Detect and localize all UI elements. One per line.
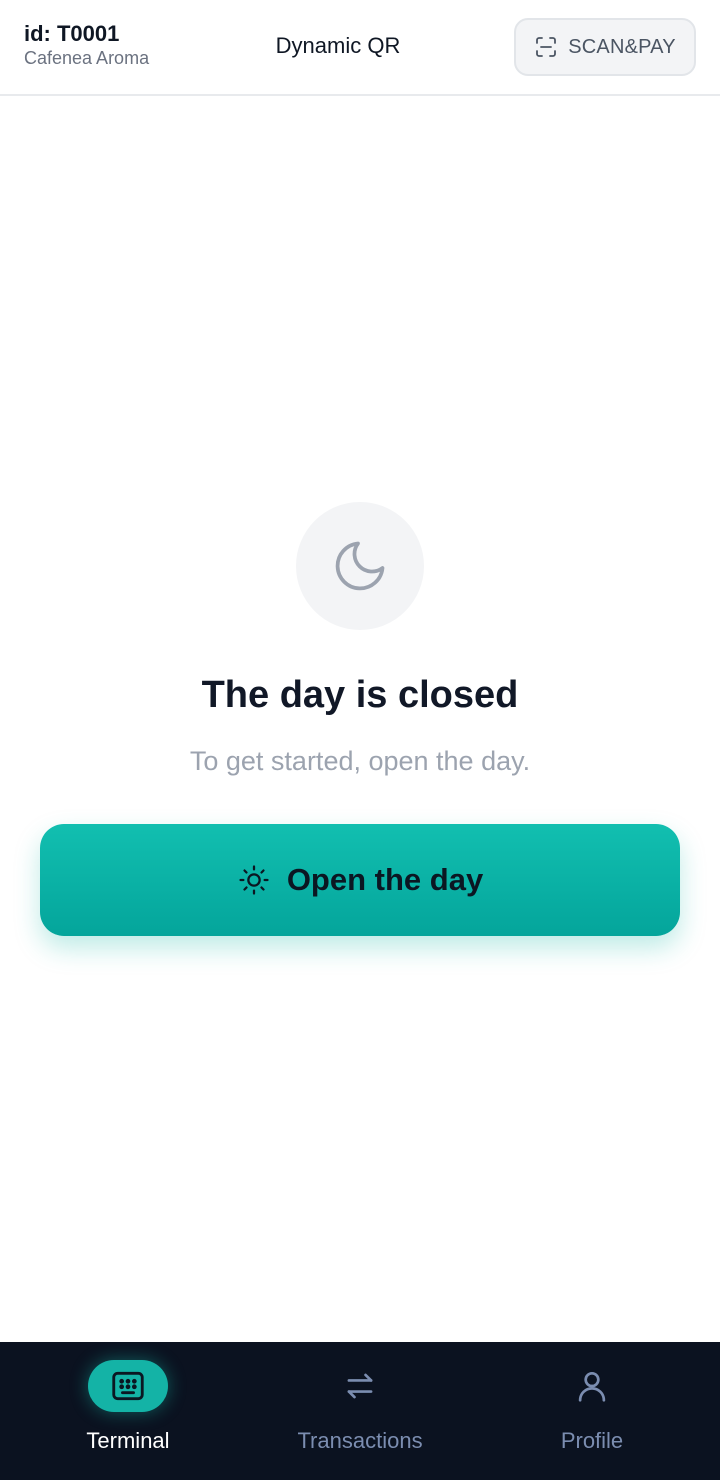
nav-label-transactions: Transactions (297, 1428, 423, 1453)
terminal-screen: id: T0001 Cafenea Aroma Dynamic QR SCAN&… (0, 0, 720, 1480)
swap-arrows-icon (347, 1373, 373, 1399)
nav-active-pill (88, 1360, 168, 1412)
nav-label-terminal: Terminal (86, 1428, 170, 1453)
scan-and-pay-button[interactable]: SCAN&PAY (514, 18, 696, 76)
app-header: id: T0001 Cafenea Aroma Dynamic QR SCAN&… (0, 0, 720, 96)
keypad-icon (112, 1371, 144, 1401)
nav-item-terminal[interactable]: Terminal (28, 1342, 228, 1480)
scan-icon (536, 37, 557, 57)
day-closed-title: The day is closed (201, 674, 519, 716)
nav-item-profile[interactable]: Profile (492, 1342, 692, 1480)
day-closed-subtitle: To get started, open the day. (189, 746, 531, 776)
nav-item-transactions[interactable]: Transactions (260, 1342, 460, 1480)
open-day-label: Open the day (286, 862, 484, 897)
nav-label-profile: Profile (560, 1428, 624, 1453)
bottom-navigation: Terminal Transactions Profile (0, 1342, 720, 1480)
scan-and-pay-label: SCAN&PAY (568, 35, 676, 58)
user-icon (578, 1371, 606, 1402)
moon-icon (335, 541, 385, 591)
open-day-button[interactable]: Open the day (40, 824, 680, 936)
day-status-badge (296, 502, 424, 630)
sun-icon (239, 865, 269, 895)
